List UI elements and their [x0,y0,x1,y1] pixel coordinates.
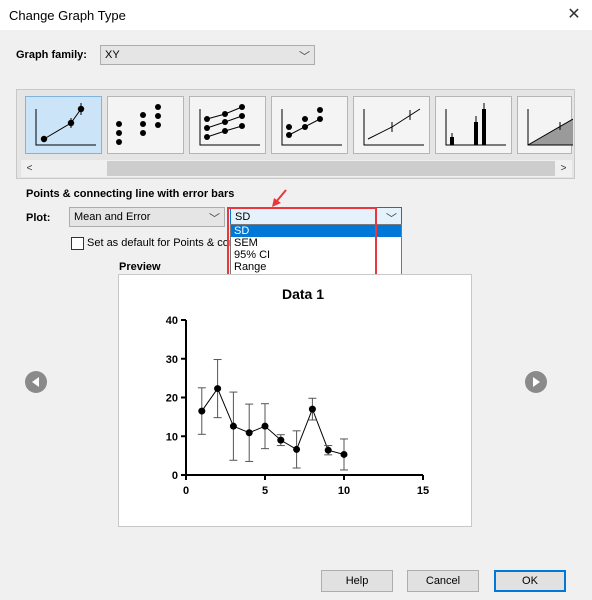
points-error-bars-icon [35,103,96,146]
preview-panel: Data 1 0 10 20 30 40 0 5 10 15 [118,274,472,527]
y-tick-label: 20 [166,393,178,405]
close-button[interactable]: ✕ [556,0,592,30]
preview-chart: Data 1 0 10 20 30 40 0 5 10 15 [166,286,429,497]
previous-graph-button[interactable] [25,371,47,393]
graph-family-label: Graph family: [16,49,87,61]
x-tick-label: 15 [417,485,429,497]
data-point [308,405,316,413]
plot-mode-value: Mean and Error [74,211,151,223]
y-tick-label: 30 [166,354,178,366]
gallery-scrollbar[interactable]: < > [21,160,572,177]
points-line-icon [281,107,342,146]
y-tick-label: 10 [166,431,178,443]
window-title: Change Graph Type [9,8,126,23]
chevron-down-icon: ﹀ [209,213,220,225]
arrow-left-icon [32,377,39,387]
title-bar: Change Graph Type ✕ [0,0,592,30]
ok-button[interactable]: OK [494,570,566,592]
area-fill-icon [527,109,573,146]
annotation-arrow-icon [272,189,287,207]
x-tick-label: 0 [183,485,189,497]
thumb-multiple-points-connected[interactable] [189,96,266,154]
thumb-line-error-bars[interactable] [353,96,430,154]
series-line [201,387,345,455]
y-tick-label: 0 [172,470,178,482]
arrow-right-icon [533,377,540,387]
scroll-thumb[interactable] [107,161,555,176]
data-point [229,422,237,430]
y-tick-label: 40 [166,315,178,327]
line-icon [363,108,424,146]
default-checkbox[interactable] [71,237,84,250]
thumb-points-line[interactable] [271,96,348,154]
graph-type-gallery: < > [16,89,575,179]
spike-bars-icon [445,103,506,146]
section-title: Points & connecting line with error bars [26,188,235,200]
data-point [324,446,332,454]
thumb-points-only[interactable] [107,96,184,154]
scroll-right-arrow[interactable]: > [555,160,572,177]
x-tick-label: 10 [338,485,350,497]
points-columns-icon [116,104,161,145]
plot-label: Plot: [26,212,51,224]
help-button[interactable]: Help [321,570,393,592]
chevron-down-icon: ﹀ [299,51,310,63]
thumb-spikes[interactable] [435,96,512,154]
graph-family-value: XY [105,49,120,61]
data-point [261,422,269,430]
next-graph-button[interactable] [525,371,547,393]
data-point [277,436,285,444]
data-point [214,385,222,393]
thumb-area-fill[interactable] [517,96,573,154]
data-point [340,450,348,458]
annotation-highlight-box [227,207,377,283]
x-tick-label: 5 [262,485,268,497]
data-point [293,445,301,453]
data-point [245,429,253,437]
data-point [198,407,206,415]
thumb-points-connecting-error-bars[interactable] [25,96,102,154]
chart-title: Data 1 [282,286,324,302]
cancel-button[interactable]: Cancel [407,570,479,592]
default-checkbox-label: Set as default for Points & conn [87,237,242,249]
plot-mode-select[interactable]: Mean and Error ﹀ [69,207,225,227]
preview-label: Preview [119,261,161,273]
graph-family-select[interactable]: XY ﹀ [100,45,315,65]
scroll-left-arrow[interactable]: < [21,160,38,177]
multi-line-points-icon [199,104,260,146]
